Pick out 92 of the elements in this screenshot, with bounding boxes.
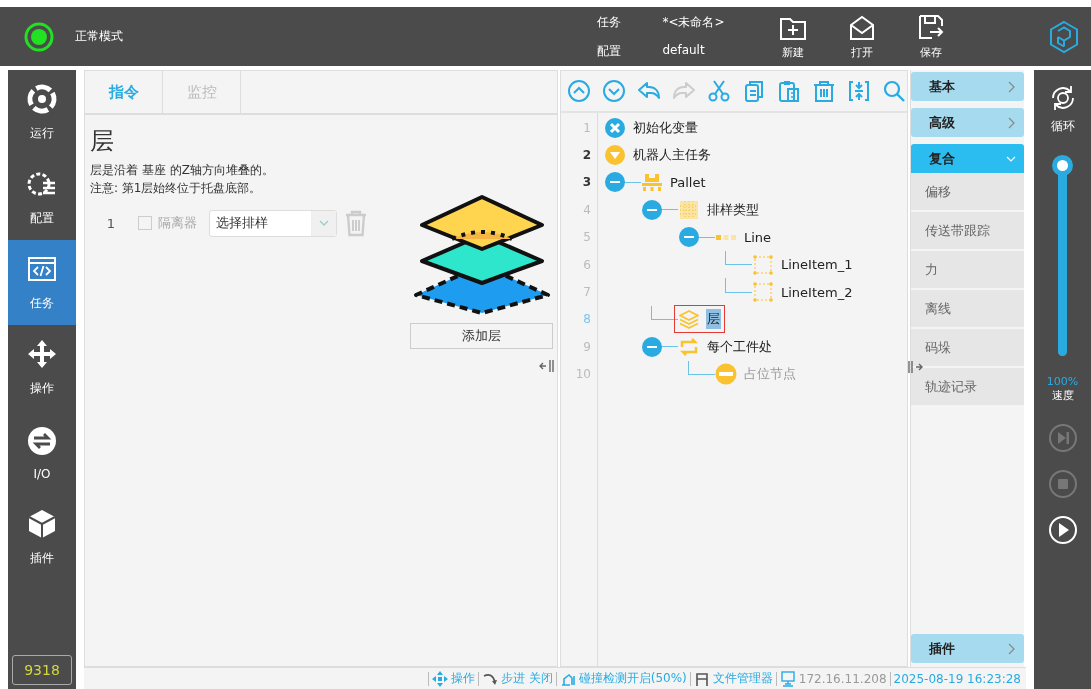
line-number: 2 [581, 148, 592, 163]
stacked-layers-icon [678, 308, 700, 331]
chevron-right-icon [1006, 116, 1016, 129]
move-arrows-icon [431, 670, 448, 687]
category-tab[interactable]: 插件 [911, 634, 1024, 663]
loop-arrows-icon [678, 335, 700, 358]
tree-node-label[interactable]: 排样类型 [706, 199, 760, 220]
cube-icon [26, 508, 58, 540]
tree-node-label[interactable]: 每个工件处 [706, 336, 773, 357]
line-number: 3 [581, 175, 592, 190]
toolbar-button[interactable]: 保存 [896, 13, 965, 60]
arrow-up-circle-icon[interactable] [567, 79, 591, 103]
loop-label: 循环 [1050, 118, 1075, 135]
dashed-square-icon [752, 253, 774, 276]
copy-icon[interactable] [742, 79, 766, 103]
command-item[interactable]: 离线 [911, 290, 1024, 329]
status-text: 2025-08-19 16:23:28 [893, 671, 1021, 686]
dotted-line-icon [715, 234, 737, 240]
splitter-handle-icon[interactable] [539, 359, 555, 373]
line-number: 1 [582, 120, 592, 135]
category-tab[interactable]: 高级 [911, 108, 1024, 137]
task-name: *<未命名> [662, 13, 726, 31]
tree-node-label[interactable]: Line [743, 228, 773, 246]
description-text: 层是沿着 基座 的Z轴方向堆叠的。 [90, 162, 275, 179]
speed-label: 速度 [1051, 388, 1074, 403]
play-circle-icon[interactable] [1047, 515, 1078, 545]
splitter-handle-icon[interactable] [907, 360, 923, 374]
target-icon [26, 83, 58, 115]
clipboard-icon[interactable] [777, 79, 801, 103]
network-monitor-icon [779, 670, 796, 687]
down-triangle-circle-icon [604, 144, 626, 167]
nav-item[interactable]: I/O [8, 410, 76, 495]
counter-display: 9318 [12, 655, 72, 685]
move-arrows-icon [26, 338, 58, 370]
mode-label: 正常模式 [75, 28, 123, 45]
description-text: 注意: 第1层始终位于托盘底部。 [90, 180, 263, 197]
command-item[interactable]: 轨迹记录 [911, 368, 1024, 407]
collapse-icon[interactable] [847, 79, 871, 103]
search-icon[interactable] [882, 79, 906, 103]
dashed-square-icon [752, 281, 774, 304]
pattern-dropdown[interactable]: 选择排样 [209, 209, 337, 237]
exchange-arrows-icon [26, 424, 58, 457]
line-number: 6 [582, 257, 592, 272]
tree-node-label[interactable]: 初始化变量 [632, 117, 699, 138]
line-number: 7 [582, 285, 592, 300]
dotted-grid-icon [678, 198, 700, 221]
nav-item[interactable]: 任务 [8, 240, 76, 325]
chevron-right-icon [1006, 642, 1016, 655]
line-number: 9 [582, 339, 592, 354]
line-number: 5 [582, 230, 592, 245]
tree-node-label[interactable]: Pallet [669, 174, 707, 191]
scissors-icon[interactable] [707, 79, 731, 103]
collapse-toggle-icon[interactable] [641, 335, 663, 358]
config-label: 配置 [597, 42, 622, 60]
nav-item[interactable]: 操作 [8, 325, 76, 410]
nav-item[interactable]: 配置 [8, 155, 76, 240]
toolbar-button[interactable]: 新建 [758, 13, 827, 60]
speed-reading: 100% [1046, 375, 1079, 388]
add-layer-button[interactable]: 添加层 [410, 323, 553, 349]
collapse-toggle-icon[interactable] [641, 198, 663, 221]
trash-icon[interactable] [812, 79, 836, 103]
line-number: 4 [582, 202, 592, 217]
nav-item[interactable]: 运行 [8, 70, 76, 155]
category-tab[interactable]: 复合 [911, 144, 1024, 173]
checkbox-label: 隔离器 [158, 214, 197, 232]
arrow-down-circle-icon[interactable] [602, 79, 626, 103]
toolbar-button[interactable]: 打开 [827, 13, 896, 60]
tree-node-label[interactable]: LineItem_2 [780, 283, 854, 301]
instruction-title: 层 [90, 126, 115, 157]
layer-index: 1 [105, 215, 117, 231]
command-item[interactable]: 传送带跟踪 [911, 212, 1024, 251]
config-name: default [662, 42, 706, 59]
collapse-toggle-icon[interactable] [678, 226, 700, 249]
category-tab[interactable]: 基本 [911, 72, 1024, 101]
x-circle-icon [604, 116, 626, 139]
line-number: 10 [574, 367, 592, 382]
task-label: 任务 [597, 13, 622, 31]
nav-item[interactable]: 插件 [8, 495, 76, 580]
hexagon-logo-icon [1049, 19, 1079, 54]
tree-node-label[interactable]: LineItem_1 [780, 256, 854, 274]
command-item[interactable]: 力 [911, 251, 1024, 290]
minus-circle-icon [715, 363, 737, 386]
chevron-right-icon [1006, 80, 1016, 93]
collapse-toggle-icon[interactable] [604, 171, 626, 194]
tree-node-label[interactable]: 机器人主任务 [632, 145, 712, 166]
command-item[interactable]: 码垛 [911, 329, 1024, 368]
status-text: 172.16.11.208 [798, 671, 887, 686]
pallet-icon [641, 171, 663, 194]
caret-icon [319, 220, 329, 226]
line-number: 8 [582, 312, 592, 327]
tree-node-label[interactable]: 层 [706, 309, 721, 330]
command-item[interactable]: 偏移 [911, 173, 1024, 212]
